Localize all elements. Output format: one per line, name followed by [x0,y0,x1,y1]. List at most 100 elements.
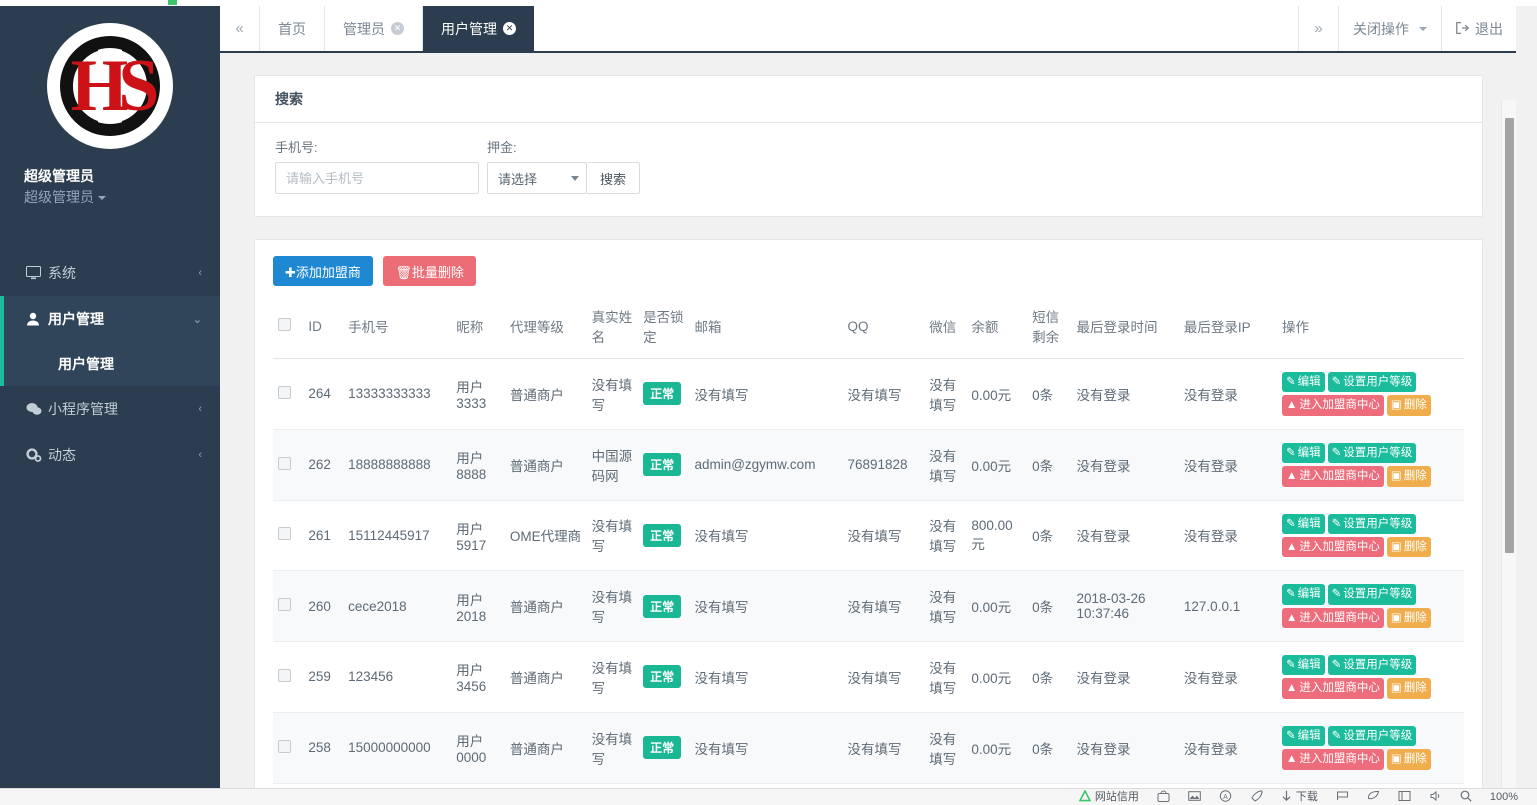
close-icon[interactable]: ✕ [391,22,404,35]
phone-field-group: 手机号: [275,137,479,194]
user-plus-icon: ▲ [1286,681,1297,695]
cell-wechat: 没有填写 [924,429,966,500]
action-edit-button[interactable]: ✎编辑 [1282,655,1325,675]
logout-button[interactable]: 退出 [1441,6,1517,51]
row-checkbox[interactable] [278,527,291,540]
action-label: 编辑 [1298,517,1321,531]
action-delete-button[interactable]: ▣删除 [1387,749,1431,769]
action-set-level-button[interactable]: ✎设置用户等级 [1328,584,1417,604]
sidebar-item-user-management[interactable]: 用户管理 ⌄ [0,296,220,342]
action-delete-button[interactable]: ▣删除 [1387,537,1431,557]
cell-wechat: 没有填写 [924,571,966,642]
action-enter-franchisee-center-button[interactable]: ▲进入加盟商中心 [1282,466,1384,486]
status-shop-button[interactable] [1148,790,1179,805]
action-enter-franchisee-center-button[interactable]: ▲进入加盟商中心 [1282,678,1384,698]
chevron-down-icon [571,176,579,181]
action-set-level-button[interactable]: ✎设置用户等级 [1328,372,1417,392]
user-plus-icon: ▲ [1286,469,1297,483]
action-enter-franchisee-center-button[interactable]: ▲进入加盟商中心 [1282,608,1384,628]
action-set-level-button[interactable]: ✎设置用户等级 [1328,443,1417,463]
cell-qq: 没有填写 [842,500,924,571]
cell-id: 261 [303,500,343,571]
status-at-button[interactable]: A [1210,790,1241,805]
pencil-icon: ✎ [1286,658,1296,672]
trash-icon: 🗑 [395,265,412,280]
cell-sms: 0条 [1027,712,1071,783]
action-delete-button[interactable]: ▣删除 [1387,395,1431,415]
action-delete-button[interactable]: ▣删除 [1387,678,1431,698]
cell-sms: 0条 [1027,500,1071,571]
action-set-level-button[interactable]: ✎设置用户等级 [1328,726,1417,746]
content-scrollbar[interactable] [1501,100,1517,788]
cell-locked: 正常 [638,500,689,571]
cell-qq: 没有填写 [842,571,924,642]
status-window-button[interactable] [1389,790,1420,805]
collapse-tabs-button[interactable]: « [220,6,260,51]
action-enter-franchisee-center-button[interactable]: ▲进入加盟商中心 [1282,749,1384,769]
cell-sms: 0条 [1027,359,1071,430]
select-all-checkbox[interactable] [278,318,291,331]
col-phone: 手机号 [343,300,451,359]
status-download-button[interactable]: 下载 [1272,790,1327,805]
action-label: 设置用户等级 [1343,658,1412,672]
user-role-dropdown[interactable]: 超级管理员 [24,186,220,208]
sidebar-item-miniprogram[interactable]: 小程序管理 ‹ [0,386,220,432]
pencil-icon: ✎ [1332,517,1342,531]
cell-level: 普通商户 [505,642,587,713]
cell-nickname: 用户3456 [451,642,505,713]
row-checkbox[interactable] [278,386,291,399]
batch-delete-button[interactable]: 🗑批量删除 [383,256,476,286]
cell-wechat: 没有填写 [924,359,966,430]
action-delete-button[interactable]: ▣删除 [1387,608,1431,628]
cell-wechat: 没有填写 [924,500,966,571]
close-icon[interactable]: ✕ [503,22,516,35]
status-zoom-level[interactable]: 100% [1481,792,1527,803]
search-button[interactable]: 搜索 [587,162,640,194]
sidebar-item-dynamic[interactable]: 动态 ‹ [0,432,220,478]
row-checkbox[interactable] [278,669,291,682]
cell-balance: 0.00元 [966,642,1027,713]
trash-icon: ▣ [1391,398,1402,412]
nav-group-miniprogram: 小程序管理 ‹ [0,386,220,432]
scrollbar-thumb[interactable] [1505,118,1514,553]
row-checkbox[interactable] [278,598,291,611]
search-panel-title: 搜索 [255,76,1482,123]
status-search-button[interactable] [1451,790,1481,805]
action-edit-button[interactable]: ✎编辑 [1282,372,1325,392]
action-enter-franchisee-center-button[interactable]: ▲进入加盟商中心 [1282,537,1384,557]
status-volume-button[interactable] [1420,790,1451,805]
action-set-level-button[interactable]: ✎设置用户等级 [1328,514,1417,534]
action-edit-button[interactable]: ✎编辑 [1282,726,1325,746]
action-label: 删除 [1404,398,1427,412]
cell-last-ip: 没有登录 [1179,500,1277,571]
tab-bar-right: » 关闭操作 退出 [1298,6,1517,51]
row-checkbox[interactable] [278,740,291,753]
tab-home[interactable]: 首页 [260,6,325,51]
action-delete-button[interactable]: ▣删除 [1387,466,1431,486]
add-franchisee-button[interactable]: ✚添加加盟商 [273,256,373,286]
status-image-button[interactable] [1179,790,1210,805]
action-set-level-button[interactable]: ✎设置用户等级 [1328,655,1417,675]
tab-user-management[interactable]: 用户管理 ✕ [423,6,534,51]
expand-tabs-button[interactable]: » [1298,6,1338,51]
sidebar-item-system[interactable]: 系统 ‹ [0,250,220,296]
cell-id: 258 [303,712,343,783]
chevron-double-left-icon: « [235,20,243,37]
status-flag-button[interactable] [1327,790,1358,805]
action-edit-button[interactable]: ✎编辑 [1282,514,1325,534]
logout-icon [1456,21,1469,37]
search-input-phone[interactable] [275,162,479,194]
status-badge: 正常 [643,453,681,476]
sidebar-subitem-user-management[interactable]: 用户管理 [0,342,220,386]
row-checkbox[interactable] [278,457,291,470]
action-edit-button[interactable]: ✎编辑 [1282,584,1325,604]
action-edit-button[interactable]: ✎编辑 [1282,443,1325,463]
close-operations-dropdown[interactable]: 关闭操作 [1338,6,1441,51]
chevron-left-icon: ‹ [198,267,202,279]
action-enter-franchisee-center-button[interactable]: ▲进入加盟商中心 [1282,395,1384,415]
table-row: 260cece2018用户2018普通商户没有填写正常没有填写没有填写没有填写0… [273,571,1464,642]
status-site-credit[interactable]: 网站信用 [1070,790,1148,804]
status-rocket-button[interactable] [1241,790,1272,805]
status-leaf-button[interactable] [1358,790,1389,805]
tab-admin[interactable]: 管理员 ✕ [325,6,423,51]
